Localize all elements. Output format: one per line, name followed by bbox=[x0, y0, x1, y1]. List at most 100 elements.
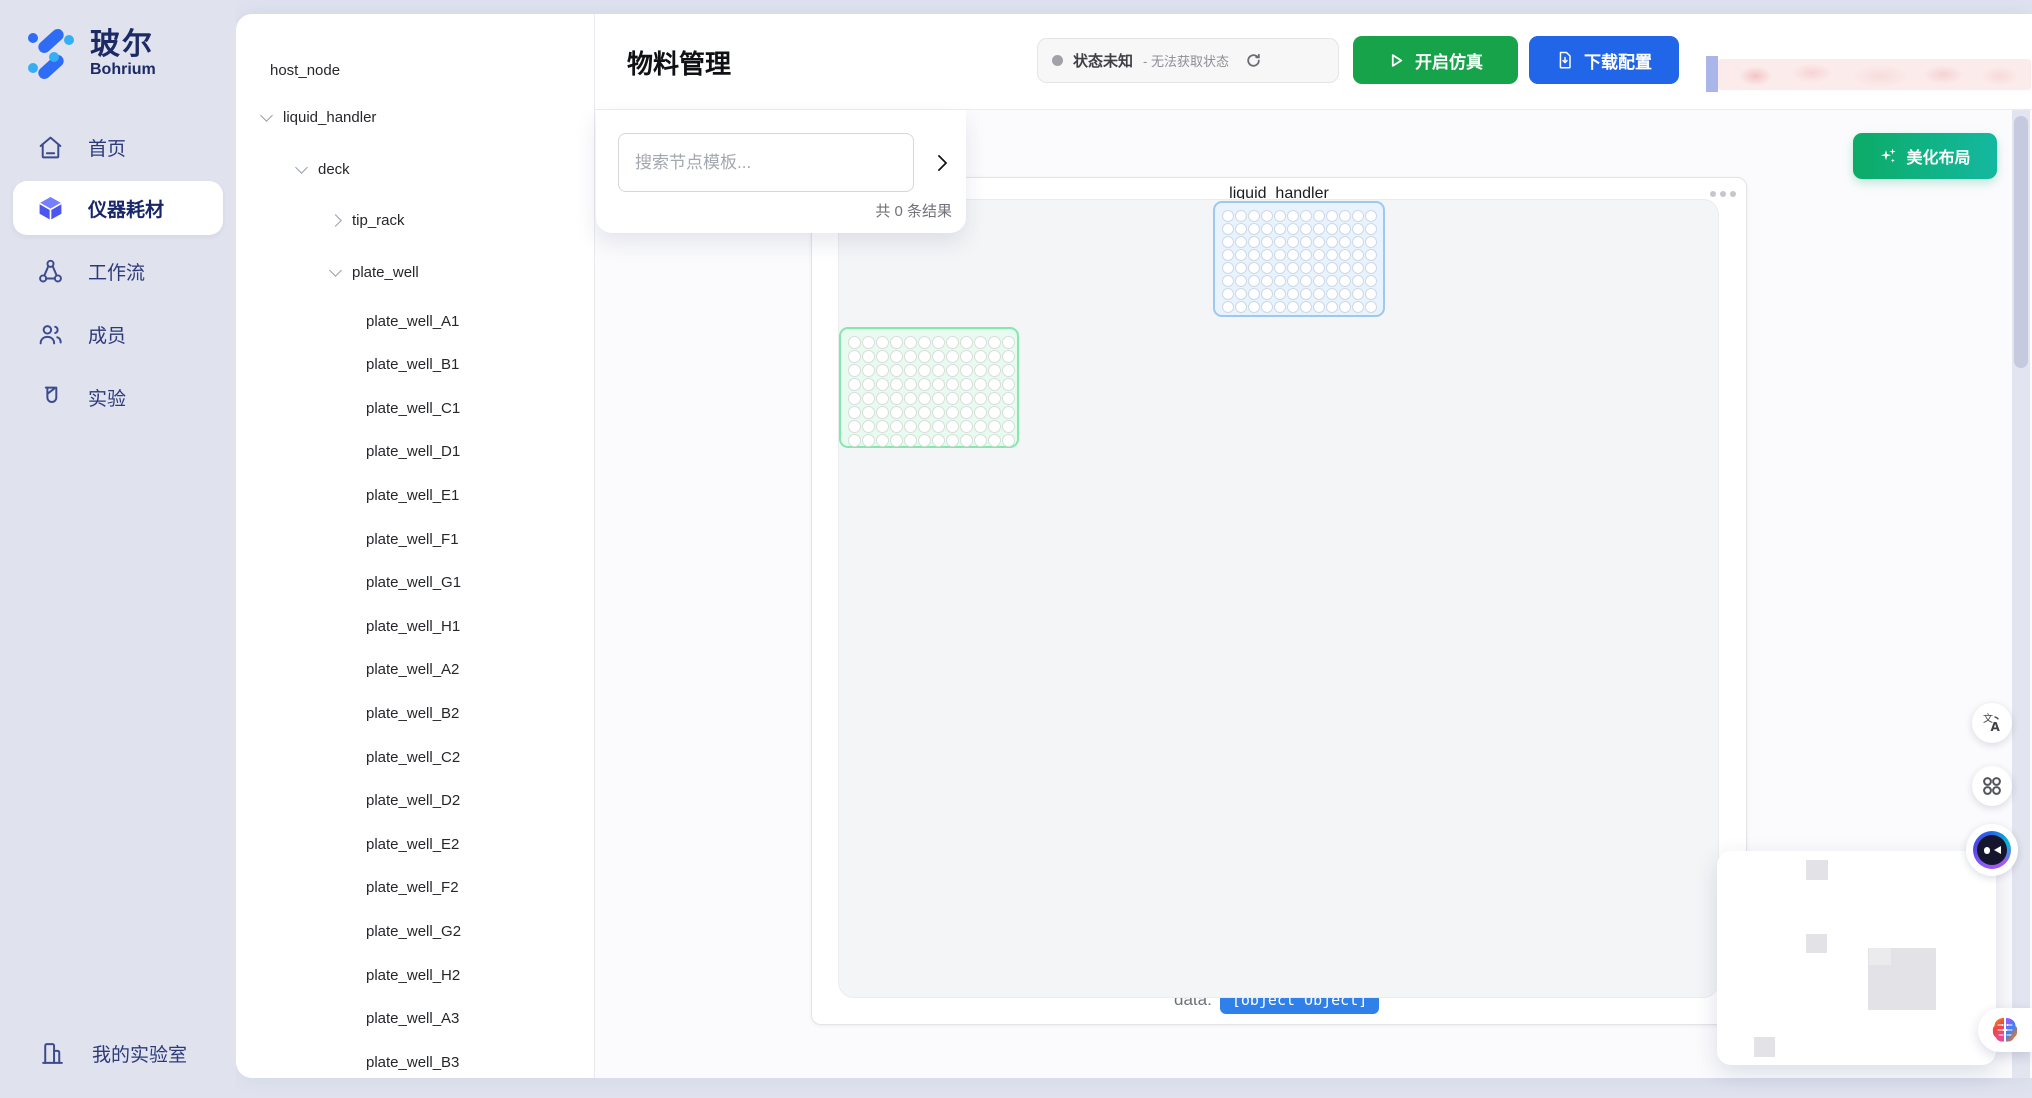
translate-button[interactable]: 文 A bbox=[1972, 703, 2012, 743]
well bbox=[918, 364, 931, 377]
search-input[interactable] bbox=[618, 133, 914, 192]
well bbox=[1352, 223, 1364, 235]
well bbox=[890, 364, 903, 377]
well bbox=[890, 378, 903, 391]
start-simulation-button[interactable]: 开启仿真 bbox=[1353, 36, 1518, 84]
start-simulation-label: 开启仿真 bbox=[1415, 48, 1483, 73]
well bbox=[1287, 275, 1299, 287]
tree-item-plate_well_H2[interactable]: plate_well_H2 bbox=[236, 957, 590, 993]
well bbox=[1365, 236, 1377, 248]
chevron-right-icon bbox=[931, 155, 948, 172]
tree-item-plate_well_D1[interactable]: plate_well_D1 bbox=[236, 434, 590, 470]
well bbox=[876, 350, 889, 363]
well bbox=[890, 350, 903, 363]
well bbox=[1235, 223, 1247, 235]
tree-item-plate_well_F2[interactable]: plate_well_F2 bbox=[236, 870, 590, 906]
ai-assistant-button[interactable] bbox=[1966, 824, 2018, 876]
status-detail: - 无法获取状态 bbox=[1143, 51, 1229, 70]
well bbox=[1274, 301, 1286, 313]
chevron-right-icon[interactable] bbox=[329, 214, 342, 227]
download-config-button[interactable]: 下载配置 bbox=[1529, 36, 1679, 84]
sidebar-item-members[interactable]: 成员 bbox=[13, 307, 223, 361]
ai-brain-tab[interactable] bbox=[1978, 1008, 2032, 1052]
tree-item-plate_well_A1[interactable]: plate_well_A1 bbox=[236, 303, 590, 339]
well bbox=[1274, 210, 1286, 222]
well bbox=[1002, 434, 1015, 447]
well bbox=[1313, 288, 1325, 300]
tree-item-label: plate_well_B2 bbox=[366, 705, 459, 722]
sidebar-item-instruments[interactable]: 仪器耗材 bbox=[13, 181, 223, 235]
well bbox=[876, 392, 889, 405]
well bbox=[1248, 236, 1260, 248]
tree-item-plate_well_B2[interactable]: plate_well_B2 bbox=[236, 695, 590, 731]
liquid-handler-node[interactable]: liquid_handler data: [object Object] bbox=[811, 177, 1747, 1025]
sidebar-item-home[interactable]: 首页 bbox=[13, 120, 223, 174]
tree-item-plate_well[interactable]: plate_well bbox=[236, 254, 590, 290]
svg-text:A: A bbox=[1991, 720, 2001, 734]
well bbox=[848, 364, 861, 377]
template-search-panel: 共 0 条结果 bbox=[596, 110, 966, 233]
well bbox=[946, 336, 959, 349]
sidebar-item-experiments[interactable]: 实验 bbox=[13, 370, 223, 424]
bohrium-logo[interactable]: 玻尔 Bohrium bbox=[24, 22, 224, 86]
well bbox=[904, 420, 917, 433]
tree-item-tip_rack[interactable]: tip_rack bbox=[236, 202, 590, 238]
chevron-down-icon[interactable] bbox=[329, 264, 342, 277]
sidebar-footer-label: 我的实验室 bbox=[92, 1040, 187, 1067]
well bbox=[1352, 301, 1364, 313]
node-menu-button[interactable] bbox=[1710, 191, 1736, 197]
tip-rack-plate[interactable] bbox=[1213, 201, 1385, 317]
well-plate[interactable] bbox=[839, 327, 1019, 448]
well bbox=[1002, 392, 1015, 405]
well bbox=[1326, 288, 1338, 300]
beautify-layout-button[interactable]: 美化布局 bbox=[1853, 133, 1997, 179]
chevron-down-icon[interactable] bbox=[260, 109, 273, 122]
well bbox=[1313, 301, 1325, 313]
dot-icon bbox=[1720, 191, 1726, 197]
well bbox=[946, 420, 959, 433]
tree-item-liquid_handler[interactable]: liquid_handler bbox=[236, 99, 590, 135]
well bbox=[862, 406, 875, 419]
tree-item-host_node[interactable]: host_node bbox=[236, 52, 590, 88]
well bbox=[1339, 301, 1351, 313]
tree-item-plate_well_D2[interactable]: plate_well_D2 bbox=[236, 783, 590, 819]
sidebar-item-workflow[interactable]: 工作流 bbox=[13, 244, 223, 298]
tree-item-plate_well_E2[interactable]: plate_well_E2 bbox=[236, 826, 590, 862]
well bbox=[1352, 275, 1364, 287]
well bbox=[988, 392, 1001, 405]
tree-item-plate_well_A2[interactable]: plate_well_A2 bbox=[236, 652, 590, 688]
chevron-down-icon[interactable] bbox=[295, 161, 308, 174]
well bbox=[918, 420, 931, 433]
well bbox=[1339, 262, 1351, 274]
well bbox=[974, 336, 987, 349]
tree-item-plate_well_G1[interactable]: plate_well_G1 bbox=[236, 565, 590, 601]
minimap[interactable] bbox=[1717, 851, 1996, 1065]
sidebar-item-my-lab[interactable]: 我的实验室 bbox=[13, 1026, 223, 1080]
tree-item-plate_well_A3[interactable]: plate_well_A3 bbox=[236, 1001, 590, 1037]
tree-item-plate_well_H1[interactable]: plate_well_H1 bbox=[236, 608, 590, 644]
sidebar-item-label: 工作流 bbox=[88, 258, 145, 285]
well bbox=[1261, 223, 1273, 235]
well bbox=[1365, 288, 1377, 300]
tree-item-plate_well_C2[interactable]: plate_well_C2 bbox=[236, 739, 590, 775]
tree-item-plate_well_B1[interactable]: plate_well_B1 bbox=[236, 347, 590, 383]
lab-building-icon bbox=[39, 1040, 66, 1067]
well bbox=[918, 392, 931, 405]
well bbox=[904, 392, 917, 405]
tree-item-plate_well_B3[interactable]: plate_well_B3 bbox=[236, 1044, 590, 1078]
minimap-node bbox=[1806, 860, 1828, 880]
tree-item-plate_well_E1[interactable]: plate_well_E1 bbox=[236, 477, 590, 513]
refresh-icon[interactable] bbox=[1245, 52, 1262, 69]
well bbox=[1365, 223, 1377, 235]
well bbox=[1300, 236, 1312, 248]
well bbox=[904, 336, 917, 349]
apps-grid-button[interactable] bbox=[1972, 766, 2012, 806]
well bbox=[1339, 223, 1351, 235]
tree-item-label: plate_well_B3 bbox=[366, 1054, 459, 1071]
tree-item-plate_well_G2[interactable]: plate_well_G2 bbox=[236, 913, 590, 949]
scrollbar-thumb[interactable] bbox=[2014, 116, 2028, 368]
tree-item-deck[interactable]: deck bbox=[236, 151, 590, 187]
tree-item-plate_well_F1[interactable]: plate_well_F1 bbox=[236, 521, 590, 557]
tree-item-plate_well_C1[interactable]: plate_well_C1 bbox=[236, 390, 590, 426]
expand-templates-button[interactable] bbox=[926, 150, 952, 176]
